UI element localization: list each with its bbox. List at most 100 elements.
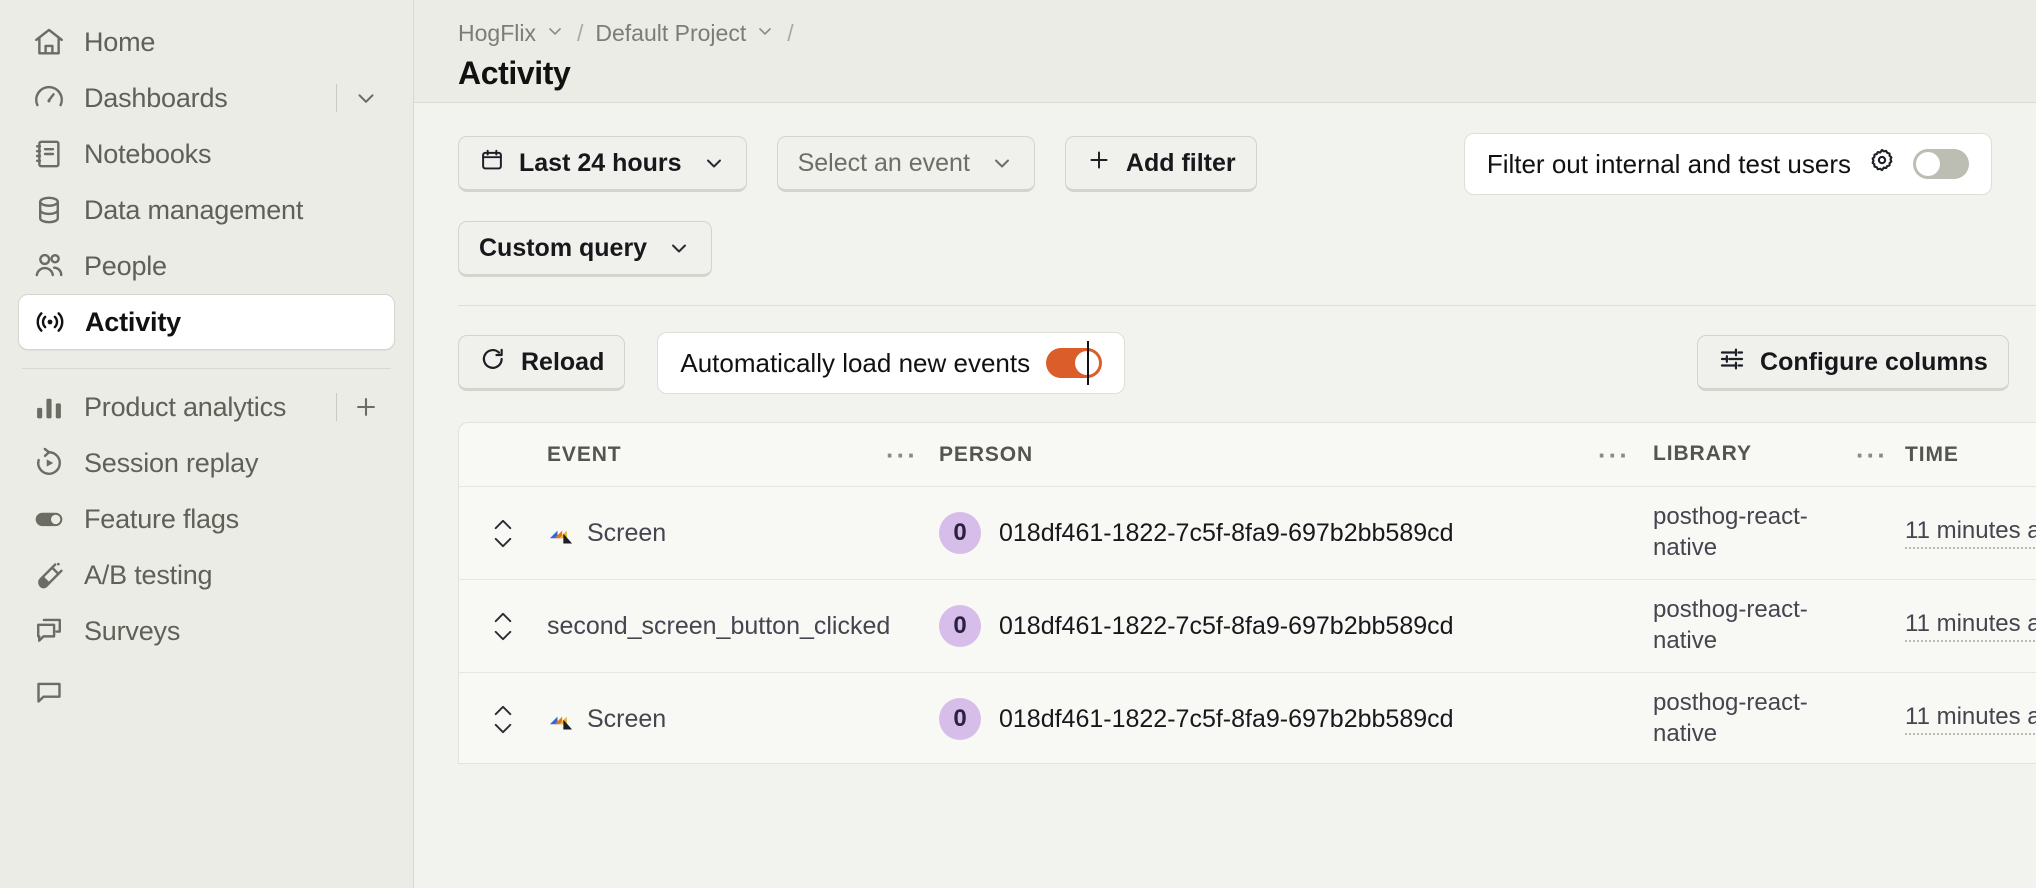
- cell-time: 11 minutes ago: [1905, 487, 2036, 579]
- sidebar-item-label: Product analytics: [84, 391, 287, 422]
- sort-header: [459, 423, 547, 486]
- partial-icon: [32, 672, 66, 706]
- internal-users-toggle[interactable]: [1913, 149, 1969, 179]
- cell-library: posthog-react-native: [1653, 487, 1839, 579]
- sidebar-item-home[interactable]: Home: [18, 14, 395, 70]
- table-row[interactable]: Screen 0 018df461-1822-7c5f-8fa9-697b2bb…: [459, 673, 2036, 763]
- cell-person[interactable]: 0 018df461-1822-7c5f-8fa9-697b2bb589cd: [939, 580, 1575, 672]
- events-table: EVENT ··· PERSON ··· LIBRARY ··· TIME ··…: [458, 422, 2036, 764]
- toolbar-row: Reload Automatically load new events Con…: [458, 332, 2036, 394]
- breadcrumb: HogFlix / Default Project /: [458, 16, 2036, 50]
- posthog-app: Home Dashboards Notebooks Data managemen…: [0, 0, 2036, 888]
- divider: [336, 84, 337, 112]
- sidebar-item-activity[interactable]: Activity: [18, 294, 395, 350]
- chevron-down-icon: [990, 151, 1014, 175]
- column-menu-person[interactable]: ···: [1575, 423, 1653, 486]
- custom-query-button[interactable]: Custom query: [458, 221, 713, 277]
- configure-columns-button[interactable]: Configure columns: [1697, 335, 2009, 391]
- posthog-autocapture-icon: [549, 530, 573, 544]
- gear-icon[interactable]: [1867, 146, 1897, 183]
- auto-load-toggle[interactable]: [1046, 341, 1103, 385]
- auto-load-events[interactable]: Automatically load new events: [657, 332, 1126, 394]
- cell-event[interactable]: second_screen_button_clicked: [547, 580, 890, 672]
- avatar: 0: [939, 698, 981, 740]
- column-menu-event[interactable]: ···: [865, 423, 939, 486]
- sidebar-item-data-management[interactable]: Data management: [18, 182, 395, 238]
- breadcrumb-organization[interactable]: HogFlix: [458, 20, 565, 47]
- library-name: posthog-react-native: [1653, 689, 1808, 747]
- plus-icon[interactable]: [351, 392, 381, 422]
- cell-event[interactable]: Screen: [547, 487, 865, 579]
- sidebar-item-session-replay[interactable]: Session replay: [18, 435, 395, 491]
- chevron-down-icon: [545, 20, 565, 47]
- cell-event[interactable]: Screen: [547, 673, 865, 763]
- event-select-button[interactable]: Select an event: [776, 136, 1035, 192]
- sidebar-item-surveys[interactable]: Surveys: [18, 603, 395, 659]
- column-header-event[interactable]: EVENT: [547, 423, 865, 486]
- sidebar-item-product-analytics-actions: [336, 392, 381, 422]
- sidebar-item-label: Feature flags: [84, 503, 239, 534]
- person-id: 018df461-1822-7c5f-8fa9-697b2bb589cd: [999, 518, 1454, 547]
- cell-person[interactable]: 0 018df461-1822-7c5f-8fa9-697b2bb589cd: [939, 487, 1575, 579]
- cell-library-spacer: [1839, 487, 1905, 579]
- posthog-autocapture-icon: [549, 716, 573, 730]
- chevron-down-icon[interactable]: [351, 83, 381, 113]
- sidebar-item-product-analytics[interactable]: Product analytics: [18, 379, 395, 435]
- database-icon: [32, 193, 66, 227]
- chevron-down-icon: [755, 20, 775, 47]
- sidebar-item-label: Data management: [84, 194, 304, 225]
- column-header-library[interactable]: LIBRARY: [1653, 423, 1839, 486]
- cell-person-spacer: [1575, 487, 1653, 579]
- column-header-time[interactable]: TIME: [1905, 423, 2036, 486]
- speech-bubbles-icon: [32, 614, 66, 648]
- cell-person-spacer: [1575, 673, 1653, 763]
- sidebar-item-label: A/B testing: [84, 559, 213, 590]
- page-title: Activity: [458, 55, 571, 91]
- sidebar-item-dashboards-actions: [336, 83, 381, 113]
- library-name: posthog-react-native: [1653, 596, 1808, 654]
- cell-person-spacer: [1575, 580, 1653, 672]
- sidebar-item-feature-flags[interactable]: Feature flags: [18, 491, 395, 547]
- breadcrumb-organization-label: HogFlix: [458, 19, 536, 46]
- sidebar-item-dashboards[interactable]: Dashboards: [18, 70, 395, 126]
- reload-button[interactable]: Reload: [458, 335, 626, 391]
- calendar-icon: [479, 147, 505, 180]
- sidebar-item-ab-testing[interactable]: A/B testing: [18, 547, 395, 603]
- row-expand-toggle[interactable]: [459, 673, 547, 763]
- breadcrumb-separator: /: [576, 19, 584, 46]
- cell-time: 11 minutes ago: [1905, 673, 2036, 763]
- chevron-updown-icon: [492, 518, 514, 549]
- time-value: 11 minutes ago: [1905, 610, 2036, 642]
- sidebar-item-label: Notebooks: [84, 138, 212, 169]
- sidebar-item-people[interactable]: People: [18, 238, 395, 294]
- cell-person[interactable]: 0 018df461-1822-7c5f-8fa9-697b2bb589cd: [939, 673, 1575, 763]
- breadcrumb-project[interactable]: Default Project: [595, 20, 775, 47]
- column-menu-library[interactable]: ···: [1839, 423, 1905, 486]
- ellipsis-icon: ···: [1598, 439, 1630, 470]
- table-row[interactable]: Screen 0 018df461-1822-7c5f-8fa9-697b2bb…: [459, 487, 2036, 580]
- custom-query-row: Custom query: [458, 221, 2036, 277]
- sidebar-item-partial[interactable]: [18, 661, 395, 717]
- internal-users-filter[interactable]: Filter out internal and test users: [1463, 133, 1992, 195]
- replay-icon: [32, 446, 66, 480]
- sidebar-item-notebooks[interactable]: Notebooks: [18, 126, 395, 182]
- column-header-person[interactable]: PERSON: [939, 423, 1575, 486]
- toggle-knob: [1916, 152, 1940, 176]
- add-filter-button[interactable]: Add filter: [1064, 136, 1257, 192]
- chevron-updown-icon: [492, 704, 514, 735]
- date-range-label: Last 24 hours: [519, 148, 682, 177]
- topbar: HogFlix / Default Project / Activity: [414, 0, 2036, 103]
- table-row[interactable]: second_screen_button_clicked 0 018df461-…: [459, 580, 2036, 673]
- cell-event-spacer: [865, 673, 939, 763]
- sidebar-divider: [22, 368, 391, 369]
- internal-users-label: Filter out internal and test users: [1486, 148, 1851, 179]
- cell-event-spacer: [865, 580, 939, 672]
- row-expand-toggle[interactable]: [459, 487, 547, 579]
- gauge-icon: [32, 81, 66, 115]
- toggle-knob: [1075, 351, 1100, 375]
- row-expand-toggle[interactable]: [459, 580, 547, 672]
- table-header-row: EVENT ··· PERSON ··· LIBRARY ··· TIME ··…: [459, 423, 2036, 487]
- notebook-icon: [32, 137, 66, 171]
- cell-library: posthog-react-native: [1653, 673, 1839, 763]
- date-range-button[interactable]: Last 24 hours: [458, 136, 747, 192]
